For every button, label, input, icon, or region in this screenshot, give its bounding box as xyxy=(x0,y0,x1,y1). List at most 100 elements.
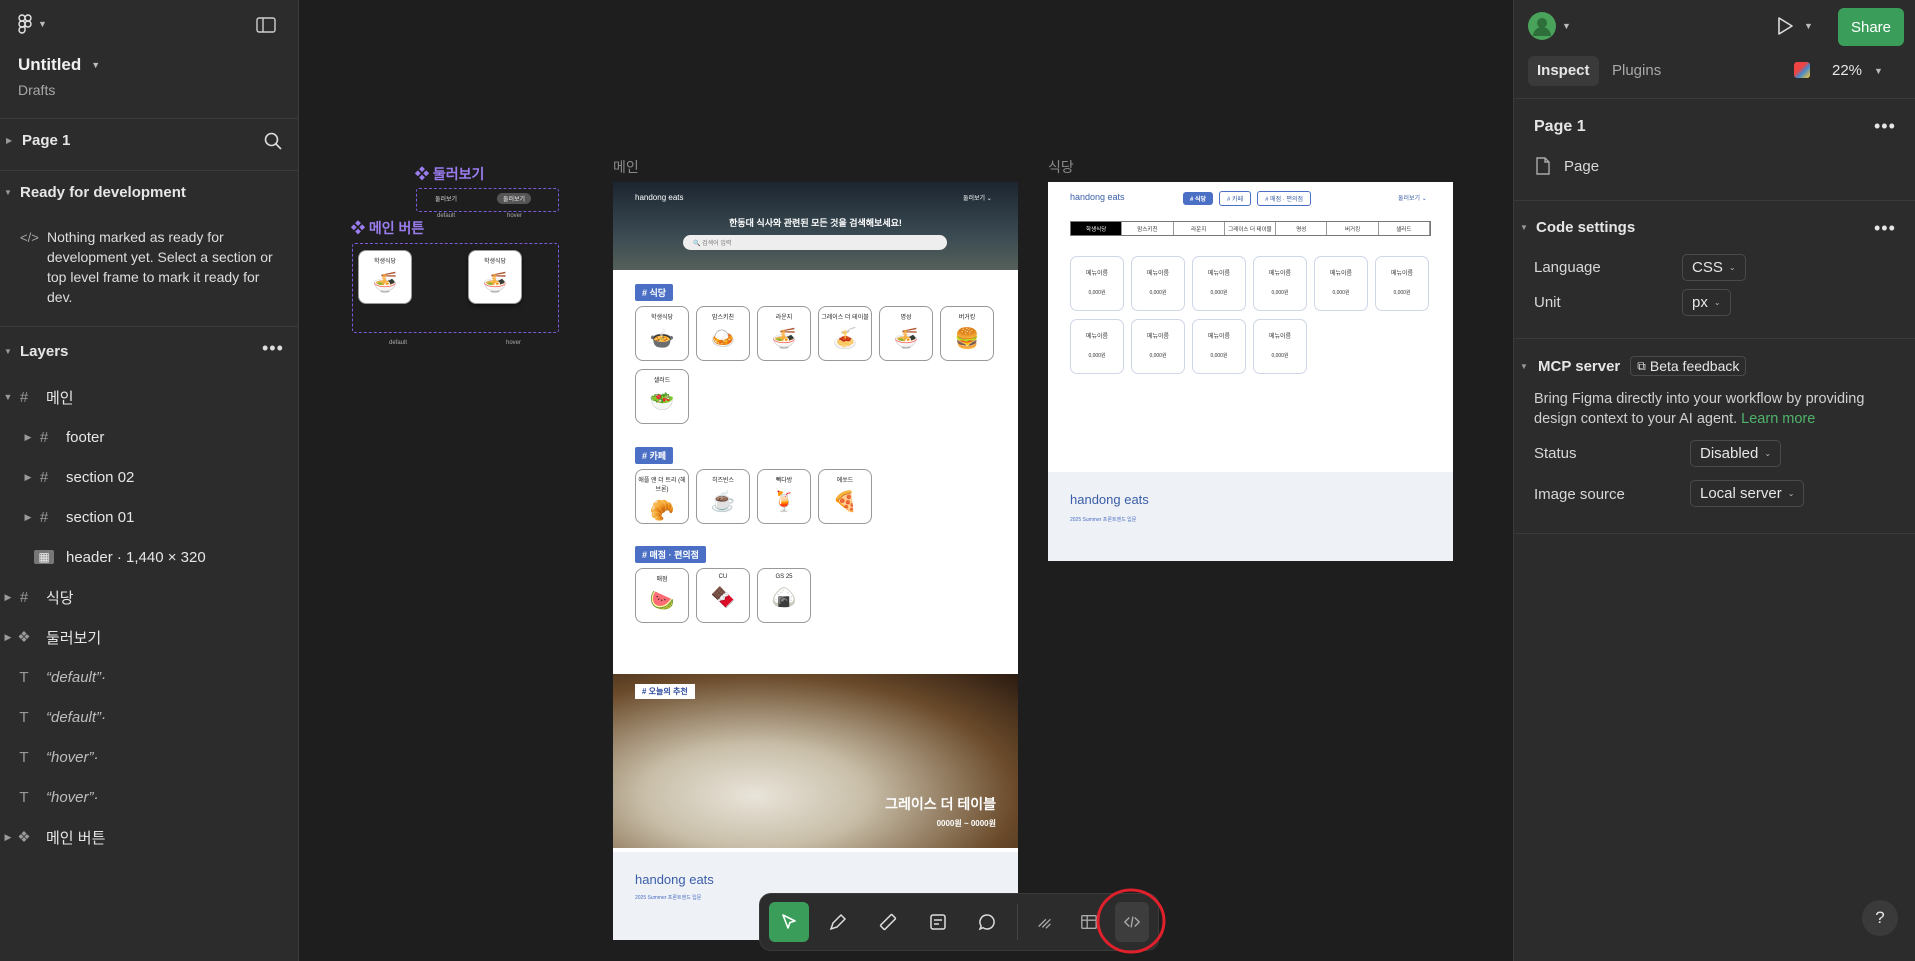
layer-row[interactable]: ▼ # 메인 xyxy=(0,377,298,417)
comment-tool-button[interactable] xyxy=(967,902,1007,942)
layer-row[interactable]: ▶ # footer xyxy=(0,417,298,457)
chevron-right-icon[interactable]: ▶ xyxy=(2,632,14,643)
ready-for-dev-section[interactable]: ▼ Ready for development xyxy=(4,184,186,201)
main-button-default[interactable]: 학생식당 🍜 xyxy=(358,250,412,304)
zoom-control[interactable]: 22% ▼ xyxy=(1832,62,1883,79)
main-menu-button[interactable]: ▼ xyxy=(18,14,47,34)
page-more-icon[interactable]: ••• xyxy=(1874,116,1896,137)
diner-nav-browse[interactable]: 둘러보기 ⌄ xyxy=(1398,193,1427,202)
menu-card[interactable]: 메뉴이름 0,000원 xyxy=(1070,319,1124,374)
layer-row[interactable]: ▶ ❖ 둘러보기 xyxy=(0,617,298,657)
menu-card[interactable]: 메뉴이름 0,000원 xyxy=(1253,256,1307,311)
menu-card[interactable]: 메뉴이름 0,000원 xyxy=(1314,256,1368,311)
layer-row[interactable]: ▶ # 식당 xyxy=(0,577,298,617)
measure-tool-button[interactable] xyxy=(868,902,908,942)
code-settings-header[interactable]: ▼ Code settings xyxy=(1520,219,1635,236)
beta-feedback-link[interactable]: ⧉ Beta feedback xyxy=(1630,356,1747,376)
place-card[interactable]: 맘스키친 🍛 xyxy=(696,306,750,361)
sidebar-toggle-icon[interactable] xyxy=(256,17,276,38)
move-tool-button[interactable] xyxy=(769,902,809,942)
browse-default-button[interactable]: 둘러보기 xyxy=(435,194,457,203)
menu-card[interactable]: 메뉴이름 0,000원 xyxy=(1131,319,1185,374)
nav-browse[interactable]: 둘러보기 ⌄ xyxy=(963,193,992,202)
chevron-right-icon[interactable]: ▶ xyxy=(22,432,34,443)
layer-row[interactable]: ▶ # section 02 xyxy=(0,457,298,497)
layers-header[interactable]: ▼ Layers xyxy=(4,343,68,360)
place-card[interactable]: 애플 앤 더 트리 (헤브론) 🥐 xyxy=(635,469,689,524)
menu-card[interactable]: 메뉴이름 0,000원 xyxy=(1253,319,1307,374)
code-settings-more-icon[interactable]: ••• xyxy=(1874,218,1896,239)
category-chip[interactable]: # 식당 xyxy=(1183,192,1214,205)
canvas[interactable]: ❖ 둘러보기 둘러보기 둘러보기 default hover ❖ 메인 버튼 학… xyxy=(299,0,1513,961)
place-card[interactable]: 매점 🍉 xyxy=(635,568,689,623)
chevron-right-icon[interactable]: ▶ xyxy=(2,832,14,843)
chevron-right-icon[interactable]: ▶ xyxy=(22,472,34,483)
diner-tab[interactable]: 학생식당 xyxy=(1071,222,1123,235)
present-button[interactable]: ▼ xyxy=(1776,16,1813,36)
menu-card[interactable]: 메뉴이름 0,000원 xyxy=(1192,319,1246,374)
place-card[interactable]: 학생식당 🍲 xyxy=(635,306,689,361)
hero-search-input[interactable]: 🔍 검색어 입력 xyxy=(683,235,947,250)
menu-card[interactable]: 메뉴이름 0,000원 xyxy=(1375,256,1429,311)
diner-tab[interactable]: 버거킹 xyxy=(1327,222,1379,235)
learn-more-link[interactable]: Learn more xyxy=(1741,411,1815,427)
category-chip[interactable]: # 매점 · 편의점 xyxy=(1257,191,1312,206)
page-selector[interactable]: ▶ Page 1 xyxy=(6,132,286,149)
diner-tab[interactable]: 라운지 xyxy=(1174,222,1225,235)
component-label-main-button[interactable]: ❖ 메인 버튼 xyxy=(351,218,424,238)
recommendation-banner[interactable]: # 오늘의 추천 그레이스 더 테이블 0000원 ~ 0000원 xyxy=(613,674,1018,848)
layer-row[interactable]: T “default”· xyxy=(0,697,298,737)
browse-component-set[interactable]: 둘러보기 둘러보기 xyxy=(416,188,559,212)
search-icon[interactable] xyxy=(264,132,282,155)
diner-tab[interactable]: 샐러드 xyxy=(1379,222,1430,235)
frame-label-main[interactable]: 메인 xyxy=(613,157,639,177)
pen-tool-button[interactable] xyxy=(819,902,859,942)
place-card[interactable]: 빽다방 🍹 xyxy=(757,469,811,524)
place-card[interactable]: 버거킹 🍔 xyxy=(940,306,994,361)
layer-row[interactable]: ▦ header · 1,440 × 320 xyxy=(0,537,298,577)
place-card[interactable]: GS 25 🍙 xyxy=(757,568,811,623)
frame-label-diner[interactable]: 식당 xyxy=(1048,157,1074,177)
help-button[interactable]: ? xyxy=(1862,900,1898,936)
place-card[interactable]: 에쏘드 🍕 xyxy=(818,469,872,524)
page-item[interactable]: Page xyxy=(1536,157,1599,175)
annotate-tool-button[interactable] xyxy=(918,902,958,942)
diner-tab[interactable]: 명성 xyxy=(1276,222,1328,235)
category-chip[interactable]: # 카페 xyxy=(1219,191,1252,206)
main-button-component-set[interactable]: 학생식당 🍜 학생식당 🍜 xyxy=(352,243,559,333)
menu-card[interactable]: 메뉴이름 0,000원 xyxy=(1131,256,1185,311)
user-menu[interactable]: ▼ xyxy=(1528,12,1571,40)
diner-tab[interactable]: 그레이스 더 테이블 xyxy=(1225,222,1277,235)
component-label-browse[interactable]: ❖ 둘러보기 xyxy=(415,164,484,184)
layer-row[interactable]: T “hover”· xyxy=(0,777,298,817)
layer-row[interactable]: T “hover”· xyxy=(0,737,298,777)
unit-select[interactable]: px ⌄ xyxy=(1682,289,1731,316)
diner-frame[interactable]: handong eats # 식당 # 카페 # 매점 · 편의점 둘러보기 ⌄ 학… xyxy=(1048,182,1453,561)
browse-hover-button[interactable]: 둘러보기 xyxy=(497,193,532,204)
place-card[interactable]: 그레이스 더 테이블 🍝 xyxy=(818,306,872,361)
chevron-right-icon[interactable]: ▶ xyxy=(22,512,34,523)
tab-inspect[interactable]: Inspect xyxy=(1528,56,1599,86)
place-card[interactable]: CU 🍫 xyxy=(696,568,750,623)
draw-tool-button[interactable] xyxy=(1028,902,1062,942)
language-select[interactable]: CSS ⌄ xyxy=(1682,254,1746,281)
place-card[interactable]: 히즈빈스 ☕ xyxy=(696,469,750,524)
place-card[interactable]: 라운지 🍜 xyxy=(757,306,811,361)
main-frame[interactable]: handong eats 둘러보기 ⌄ 한동대 식사와 관련된 모든 것을 검색… xyxy=(613,182,1018,940)
place-card[interactable]: 명성 🍜 xyxy=(879,306,933,361)
chevron-down-icon[interactable]: ▼ xyxy=(2,392,14,402)
plugin-icon[interactable] xyxy=(1794,62,1810,78)
chevron-right-icon[interactable]: ▶ xyxy=(2,592,14,603)
file-location[interactable]: Drafts xyxy=(18,82,55,98)
tab-plugins[interactable]: Plugins xyxy=(1612,62,1661,80)
layer-row[interactable]: T “default”· xyxy=(0,657,298,697)
layer-row[interactable]: ▶ ❖ 메인 버튼 xyxy=(0,817,298,857)
place-card[interactable]: 샐러드 🥗 xyxy=(635,369,689,424)
mcp-header[interactable]: ▼ MCP server ⧉ Beta feedback xyxy=(1520,356,1747,376)
menu-card[interactable]: 메뉴이름 0,000원 xyxy=(1070,256,1124,311)
layer-row[interactable]: ▶ # section 01 xyxy=(0,497,298,537)
image-source-select[interactable]: Local server ⌄ xyxy=(1690,480,1805,507)
status-select[interactable]: Disabled ⌄ xyxy=(1690,440,1782,467)
file-title[interactable]: Untitled ▼ xyxy=(18,55,100,75)
layers-more-icon[interactable]: ••• xyxy=(262,338,284,359)
